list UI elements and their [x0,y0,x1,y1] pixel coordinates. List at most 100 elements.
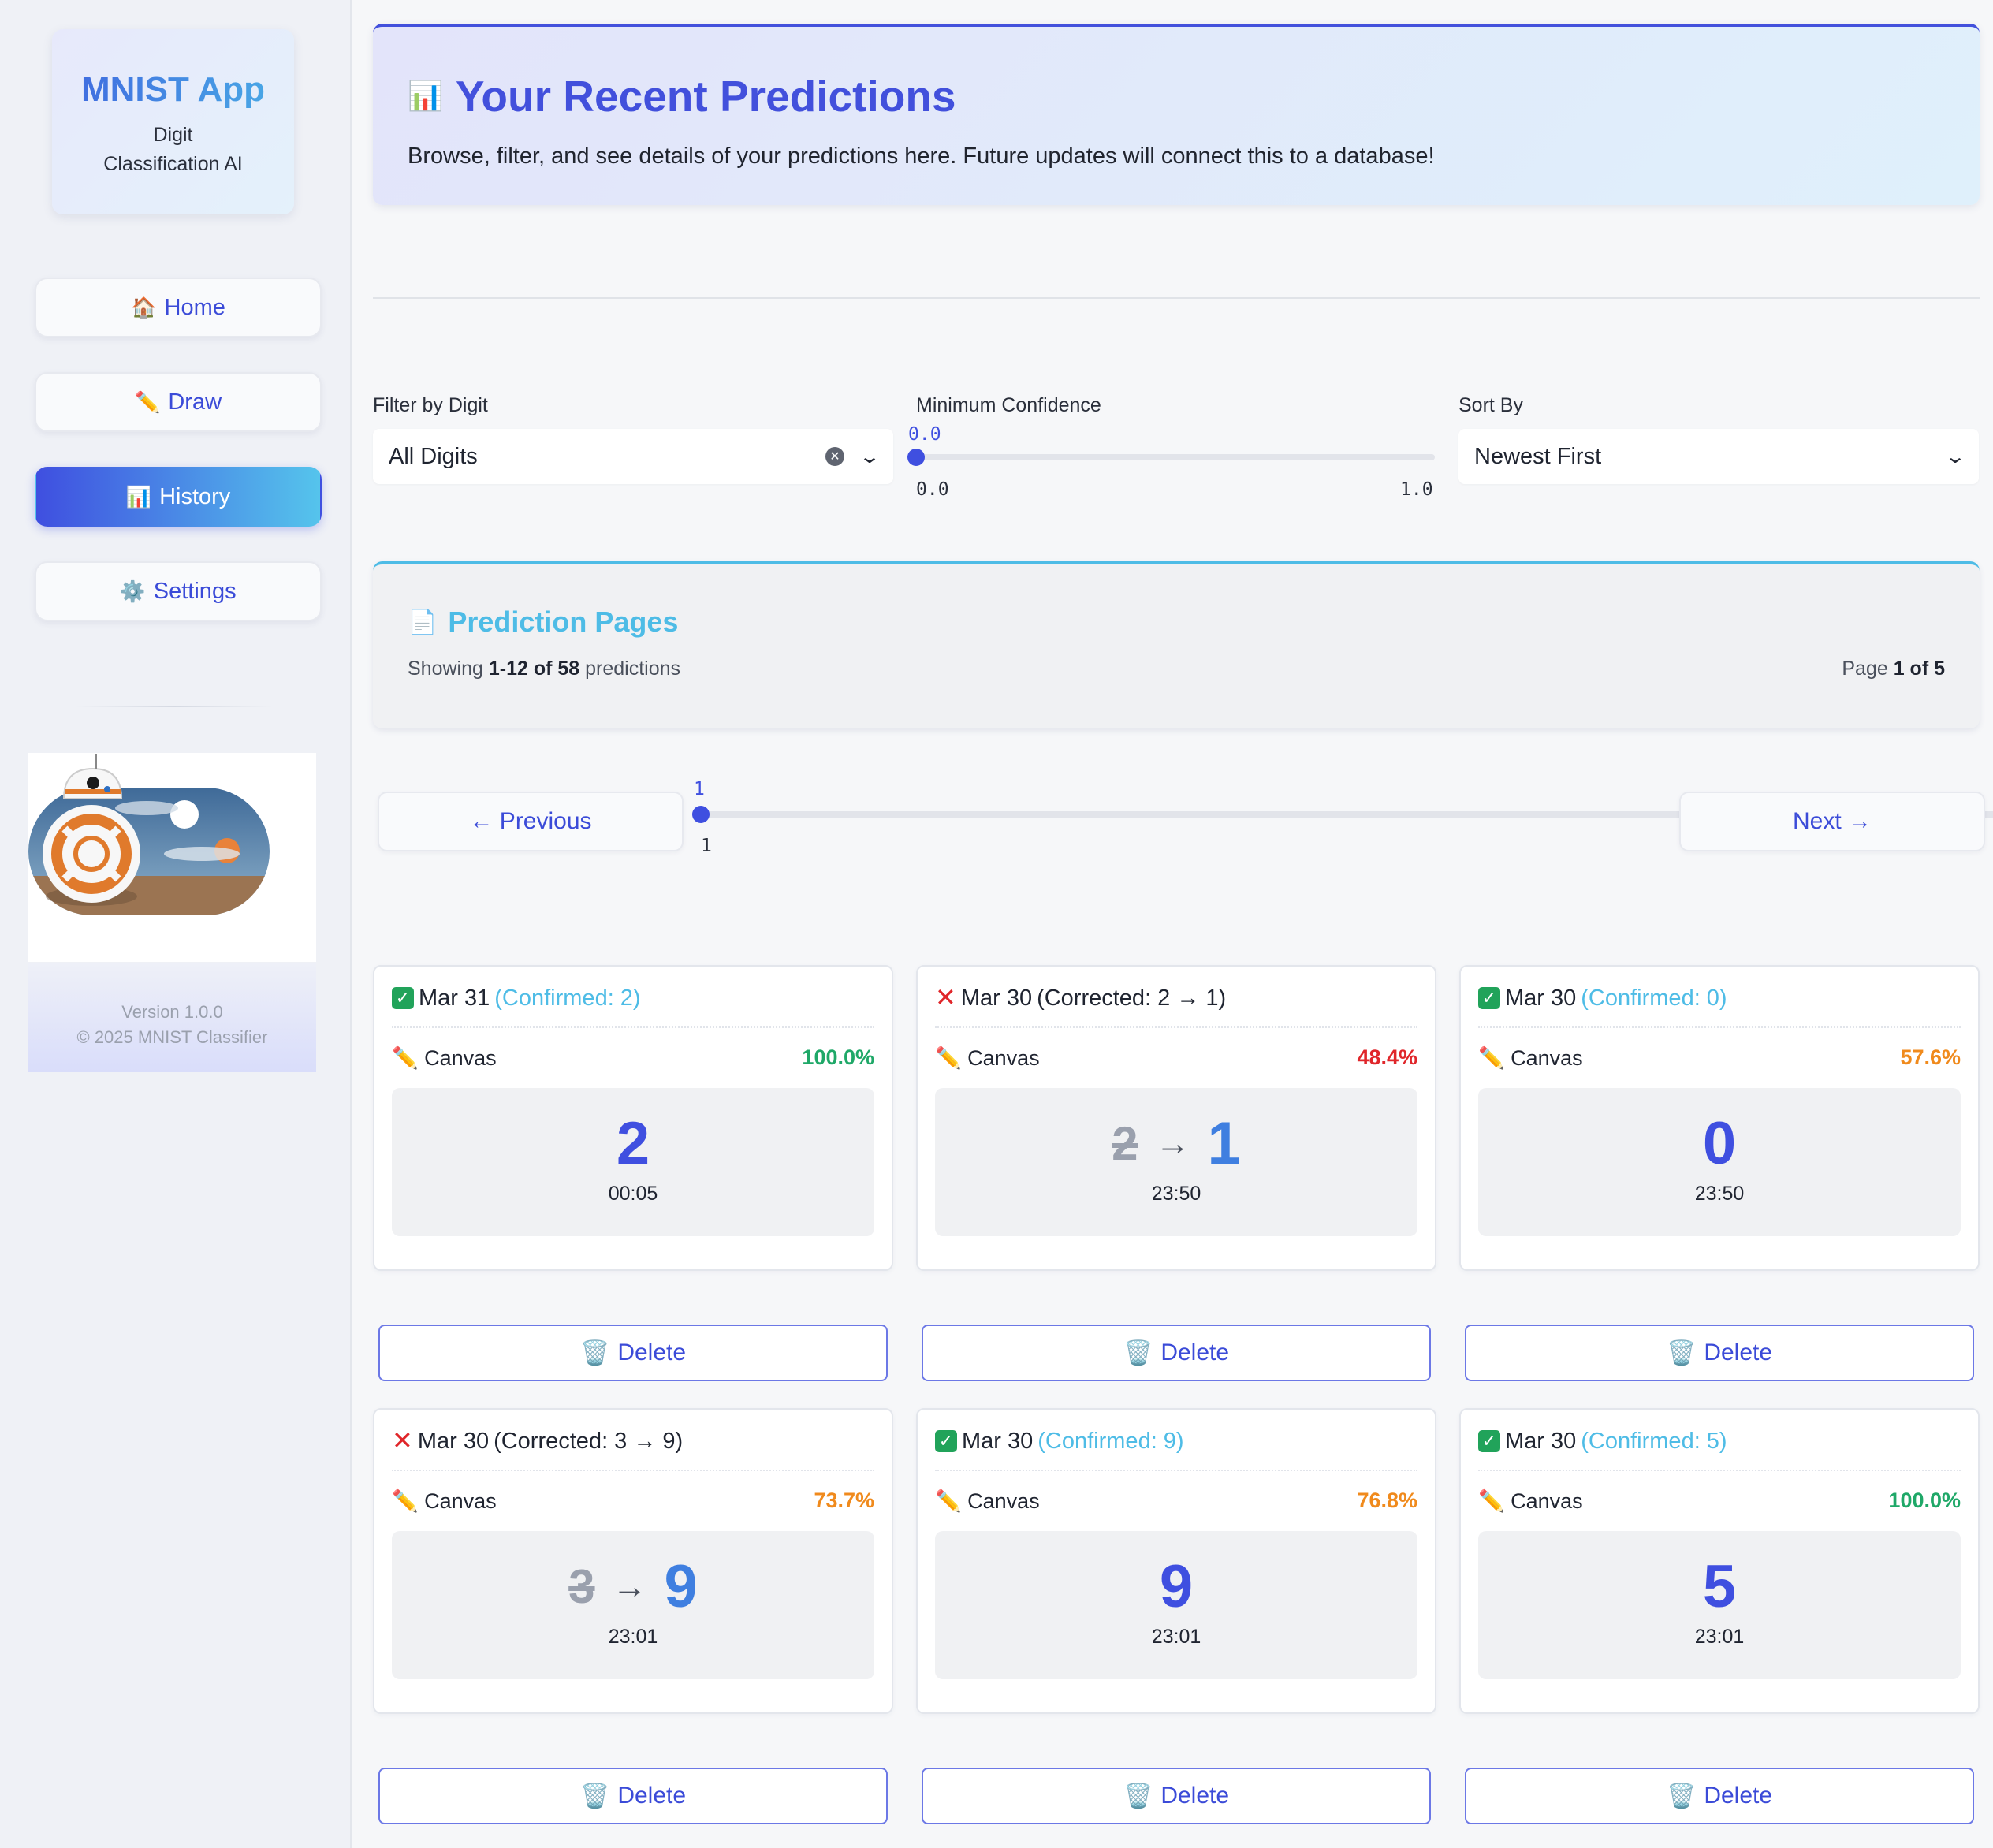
previous-page-button[interactable]: ← Previous [378,792,684,851]
digit-display: 2 → 1 23:50 [935,1088,1417,1236]
prediction-confidence: 76.8% [1357,1488,1417,1512]
delete-label: Delete [617,1339,687,1366]
showing-range: 1-12 of 58 [488,658,580,680]
prediction-card-header: ✓ Mar 30 (Confirmed: 0) [1478,985,1961,1028]
check-icon: ✓ [1478,987,1500,1009]
page-slider-min-tick: 1 [701,836,712,856]
digit-display: 9 23:01 [935,1531,1417,1679]
sort-by-select[interactable]: Newest First ⌄ [1458,429,1979,484]
confidence-min-tick: 0.0 [916,479,949,500]
prediction-source: ✏️ Canvas [935,1489,1040,1513]
predicted-digit: 9 [1159,1553,1194,1620]
nav-draw-label: Draw [168,389,222,415]
prediction-date: Mar 30 [962,1429,1034,1454]
filter-digit-select[interactable]: All Digits ✕ ⌄ [373,429,893,484]
sidebar: MNIST App Digit Classification AI 🏠 Home… [0,0,352,1848]
delete-button[interactable]: 🗑️ Delete [378,1325,888,1381]
page-indicator: Page 1 of 5 [1842,658,1945,680]
page-slider-thumb[interactable] [692,806,710,823]
sort-by-label: Sort By [1458,394,1523,416]
delete-label: Delete [1704,1783,1773,1809]
prediction-pages-card: 📄 Prediction Pages Showing 1-12 of 58 pr… [373,561,1980,728]
delete-button[interactable]: 🗑️ Delete [1465,1768,1974,1824]
robot-illustration [28,753,316,962]
nav-home-button[interactable]: 🏠 Home [35,278,322,337]
brand-card: MNIST App Digit Classification AI [52,29,294,214]
prediction-status-tag: (Confirmed: 5) [1581,1429,1727,1454]
predicted-digit: 5 [1702,1553,1737,1620]
copyright-text: © 2025 MNIST Classifier [76,1027,268,1047]
nav-history-label: History [159,483,231,509]
delete-button[interactable]: 🗑️ Delete [922,1325,1431,1381]
cross-icon: ✕ [392,1426,413,1455]
prediction-confidence: 57.6% [1900,1045,1961,1069]
trash-icon: 🗑️ [579,1783,610,1809]
page-value: 1 of 5 [1893,658,1945,680]
prediction-time: 23:01 [1151,1626,1201,1648]
corrected-digit: 3 → 9 [392,1552,874,1623]
nav-settings-button[interactable]: ⚙️ Settings [35,561,322,621]
prediction-time: 23:50 [1694,1183,1745,1205]
next-page-button[interactable]: Next → [1679,792,1985,851]
trash-icon: 🗑️ [1666,1339,1697,1366]
page-header: 📊 Your Recent Predictions Browse, filter… [373,24,1980,205]
corrected-digit-value: 9 [664,1553,698,1620]
prediction-card: ✕ Mar 30 (Corrected: 2 → 1) ✏️ Canvas 48… [916,965,1436,1271]
bar-chart-icon: 📊 [125,484,152,509]
arrow-right-icon: → [1155,1124,1190,1163]
prediction-time: 23:50 [1151,1183,1201,1205]
confidence-slider-thumb[interactable] [907,449,925,466]
trash-icon: 🗑️ [1123,1339,1153,1366]
check-icon: ✓ [1478,1430,1500,1452]
prediction-card-header: ✕ Mar 30 (Corrected: 3 → 9) [392,1426,874,1471]
document-icon: 📄 [408,609,438,635]
delete-label: Delete [617,1783,687,1809]
trash-icon: 🗑️ [579,1339,610,1366]
delete-button[interactable]: 🗑️ Delete [378,1768,888,1824]
digit-display: 5 23:01 [1478,1531,1961,1679]
page-prefix: Page [1842,658,1894,680]
nav-draw-button[interactable]: ✏️ Draw [35,372,322,432]
filter-digit-label: Filter by Digit [373,394,488,416]
delete-button[interactable]: 🗑️ Delete [922,1768,1431,1824]
check-icon: ✓ [935,1430,957,1452]
sort-by-value: Newest First [1474,443,1602,469]
app-title: MNIST App [52,70,294,110]
delete-label: Delete [1160,1783,1230,1809]
prediction-time: 23:01 [1694,1626,1745,1648]
min-confidence-label: Minimum Confidence [916,394,1101,416]
chevron-down-icon: ⌄ [858,445,881,468]
trash-icon: 🗑️ [1123,1783,1153,1809]
prediction-card-header: ✕ Mar 30 (Corrected: 2 → 1) [935,985,1417,1028]
house-icon: 🏠 [131,295,157,319]
delete-button[interactable]: 🗑️ Delete [1465,1325,1974,1381]
prediction-card: ✓ Mar 31 (Confirmed: 2) ✏️ Canvas 100.0%… [373,965,893,1271]
prediction-source: ✏️ Canvas [935,1046,1040,1070]
page-description: Browse, filter, and see details of your … [408,143,1435,169]
prediction-source: ✏️ Canvas [1478,1489,1583,1513]
clear-icon[interactable]: ✕ [825,447,844,466]
prediction-date: Mar 30 [417,1429,490,1454]
confidence-slider-track[interactable] [916,454,1435,460]
prediction-confidence: 73.7% [814,1488,874,1512]
cross-icon: ✕ [935,983,956,1012]
confidence-max-tick: 1.0 [1400,479,1433,500]
check-icon: ✓ [392,987,414,1009]
nav-history-button[interactable]: 📊 History [35,467,322,527]
corrected-digit-value: 1 [1207,1110,1241,1177]
page-slider-value: 1 [694,779,705,799]
showing-prefix: Showing [408,658,489,680]
page-title-text: Your Recent Predictions [455,72,956,121]
prediction-confidence: 48.4% [1357,1045,1417,1069]
arrow-right-icon: → [612,1567,647,1606]
pencil-icon: ✏️ [134,389,161,414]
nav-home-label: Home [164,294,225,320]
version-text: Version 1.0.0 [121,1002,223,1022]
prediction-status-tag: (Corrected: 3 → 9) [494,1429,684,1454]
prediction-status-tag: (Confirmed: 0) [1581,985,1727,1011]
confidence-slider-value: 0.0 [908,424,941,445]
prediction-source: ✏️ Canvas [1478,1046,1583,1070]
prediction-status-tag: (Corrected: 2 → 1) [1037,985,1227,1011]
prediction-confidence: 100.0% [802,1045,874,1069]
prediction-card-header: ✓ Mar 30 (Confirmed: 9) [935,1429,1417,1471]
